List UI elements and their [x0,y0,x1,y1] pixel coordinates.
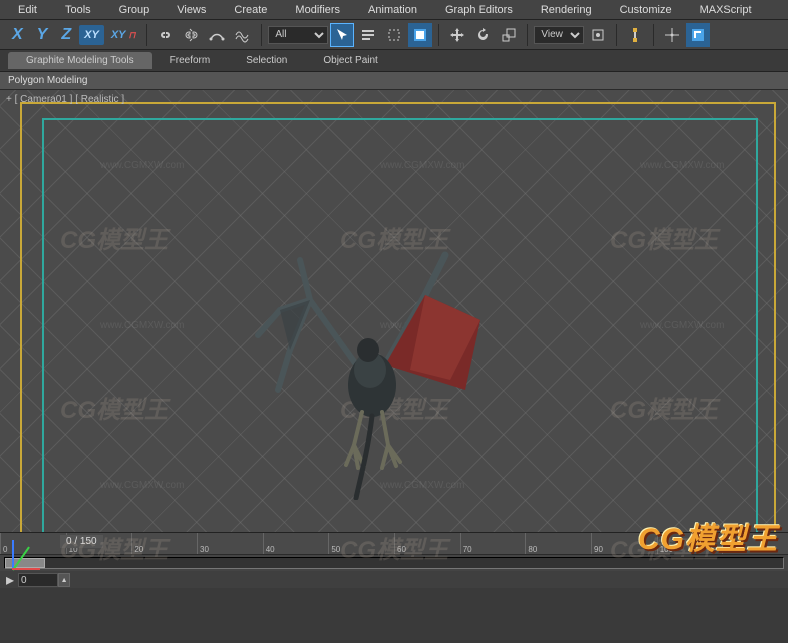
axis-toolbar: X Y Z XY XY ⊓ All View [0,20,788,50]
time-slider-track[interactable] [4,557,784,569]
move-icon[interactable] [445,23,469,47]
ribbon-tab-object-paint[interactable]: Object Paint [305,52,395,69]
expand-icon[interactable]: ▸ [6,570,14,588]
stepper-up-button[interactable]: ▲ [58,573,70,587]
select-object-icon[interactable] [330,23,354,47]
link-icon[interactable] [153,23,177,47]
selection-filter-dropdown[interactable]: All [268,26,328,44]
toolbar-divider [146,24,147,46]
ribbon-panel-label[interactable]: Polygon Modeling [0,72,788,90]
menu-views[interactable]: Views [163,4,220,16]
manipulate-icon[interactable] [623,23,647,47]
frame-start-stepper: ▲ [18,573,70,587]
viewport-label[interactable]: + [ Camera01 ] [ Realistic ] [6,94,124,105]
select-name-icon[interactable] [356,23,380,47]
menu-modifiers[interactable]: Modifiers [281,4,354,16]
unlink-icon[interactable] [179,23,203,47]
toolbar-divider-6 [653,24,654,46]
bind-icon[interactable] [205,23,229,47]
main-menu-bar: Edit Tools Group Views Create Modifiers … [0,0,788,20]
toolbar-divider-4 [527,24,528,46]
toolbar-divider-2 [261,24,262,46]
axis-z-button[interactable]: Z [55,24,77,46]
snap-toggle-icon[interactable] [660,23,684,47]
time-tick: 30 [197,533,263,554]
scale-icon[interactable] [497,23,521,47]
axis-xy-magnet-label: XY [111,29,125,41]
menu-animation[interactable]: Animation [354,4,431,16]
ribbon-tab-freeform[interactable]: Freeform [152,52,229,69]
menu-group[interactable]: Group [105,4,164,16]
rotate-icon[interactable] [471,23,495,47]
axis-xy-magnet-button[interactable]: XY ⊓ [106,25,141,45]
ribbon-tab-selection[interactable]: Selection [228,52,305,69]
corner-watermark: CG模型王 [638,514,778,558]
menu-tools[interactable]: Tools [51,4,105,16]
menu-customize[interactable]: Customize [606,4,686,16]
ribbon-tab-graphite[interactable]: Graphite Modeling Tools [8,52,152,69]
select-region-rect-icon[interactable] [382,23,406,47]
time-tick: 70 [460,533,526,554]
toolbar-divider-3 [438,24,439,46]
time-tick: 50 [328,533,394,554]
wave-icon[interactable] [231,23,255,47]
menu-edit[interactable]: Edit [4,4,51,16]
time-tick: 60 [394,533,460,554]
axis-gizmo[interactable] [12,530,52,570]
pivot-icon[interactable] [586,23,610,47]
gizmo-x-axis [12,568,40,570]
ribbon-tab-bar: Graphite Modeling Tools Freeform Selecti… [0,50,788,72]
frame-counter: 0 / 150 [60,535,103,548]
frame-start-input[interactable] [18,573,58,587]
magnet-icon: ⊓ [128,30,135,40]
time-tick: 20 [131,533,197,554]
menu-graph-editors[interactable]: Graph Editors [431,4,527,16]
menu-rendering[interactable]: Rendering [527,4,606,16]
gizmo-y-axis [12,546,30,570]
menu-maxscript[interactable]: MAXScript [686,4,766,16]
toolbar-divider-5 [616,24,617,46]
axis-xy-button[interactable]: XY [79,25,104,45]
angle-snap-icon[interactable] [686,23,710,47]
time-controls: ▸ ▲ [0,571,788,588]
viewport[interactable]: + [ Camera01 ] [ Realistic ] www.CGMXW.c… [0,90,788,588]
axis-y-button[interactable]: Y [31,24,54,46]
window-crossing-icon[interactable] [408,23,432,47]
time-tick: 80 [525,533,591,554]
menu-create[interactable]: Create [220,4,281,16]
axis-x-button[interactable]: X [6,24,29,46]
creature-model[interactable] [250,240,510,500]
time-tick: 40 [263,533,329,554]
reference-coord-dropdown[interactable]: View [534,26,584,44]
